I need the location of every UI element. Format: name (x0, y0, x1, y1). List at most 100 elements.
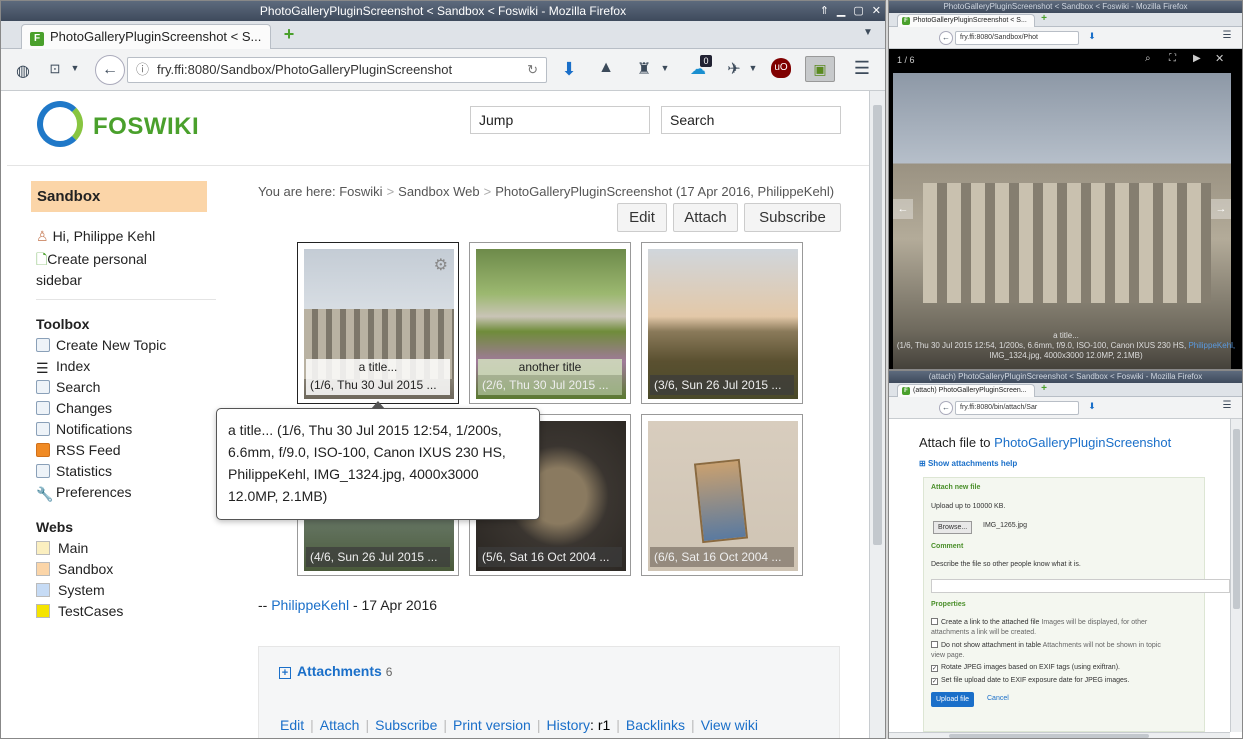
bottom-edit-link[interactable]: Edit (280, 717, 304, 733)
download-icon[interactable]: ⬇ (1087, 401, 1097, 412)
back-icon[interactable]: ← (939, 31, 953, 45)
gallery-photo-2[interactable]: another title (2/6, Thu 30 Jul 2015 ... (469, 242, 631, 404)
url-bar[interactable]: ⓘ fry.ffi:8080/Sandbox/PhotoGalleryPlugin… (127, 57, 547, 83)
rotate-jpeg-option[interactable]: ✓ Rotate JPEG images based on EXIF tags (… (931, 664, 1120, 672)
sidebar-item-create-topic[interactable]: Create New Topic (36, 337, 166, 353)
attach-horizontal-scrollbar[interactable] (889, 732, 1230, 738)
view-wiki-link[interactable]: View wiki (701, 717, 758, 733)
sidebar-item-rss[interactable]: RSS Feed (36, 442, 121, 458)
wifi-dropdown-icon[interactable]: ▼ (747, 63, 759, 73)
menu-icon[interactable]: ☰ (851, 58, 873, 79)
sidebar-item-search[interactable]: Search (36, 379, 100, 395)
spy-icon[interactable]: ♜ (633, 59, 655, 79)
web-item-testcases[interactable]: TestCases (36, 603, 123, 619)
attach-button[interactable]: Attach (673, 203, 738, 232)
lightbox-author-link[interactable]: PhilippeKehl, (1188, 341, 1235, 350)
attach-url-bar[interactable]: fry.ffi:8080/bin/attach/Sar (955, 401, 1079, 415)
gallery-photo-1[interactable]: ⚙ a title... (1/6, Thu 30 Jul 2015 ... (297, 242, 459, 404)
lightbox-url-bar[interactable]: fry.ffi:8080/Sandbox/Phot (955, 31, 1079, 45)
rss-toolbar-icon[interactable]: ▣ (805, 56, 835, 82)
bottom-attach-link[interactable]: Attach (320, 717, 360, 733)
new-tab-icon[interactable]: + (1039, 13, 1049, 24)
backlinks-link[interactable]: Backlinks (626, 717, 685, 733)
menu-icon[interactable]: ☰ (1221, 400, 1233, 411)
history-revision[interactable]: r1 (598, 717, 610, 733)
page-scrollbar[interactable] (869, 91, 885, 738)
web-item-sandbox[interactable]: Sandbox (36, 561, 113, 577)
attach-topic-link[interactable]: PhotoGalleryPluginScreenshot (994, 435, 1171, 450)
spy-dropdown-icon[interactable]: ▼ (659, 63, 671, 73)
back-icon[interactable]: ← (939, 401, 953, 415)
close-icon[interactable]: ✕ (872, 1, 881, 21)
exif-date-checkbox[interactable]: ✓ (931, 678, 938, 685)
dropdown-icon[interactable]: ▼ (69, 63, 81, 73)
web-item-main[interactable]: Main (36, 540, 88, 556)
create-link-option[interactable]: Create a link to the attached file Image… (931, 618, 1147, 626)
edit-button[interactable]: Edit (617, 203, 667, 232)
create-sidebar-link[interactable]: 🗋Create personal sidebar (36, 249, 186, 291)
breadcrumb-foswiki[interactable]: Foswiki (339, 184, 382, 199)
reload-icon[interactable]: ↻ (527, 58, 538, 82)
sidebar-item-changes[interactable]: Changes (36, 400, 112, 416)
fullscreen-icon[interactable]: ⛶ (1169, 53, 1176, 64)
attach-hscroll-thumb[interactable] (949, 734, 1149, 738)
attach-tab[interactable]: F (attach) PhotoGalleryPluginScreen... (897, 384, 1035, 397)
scroll-up-icon[interactable]: ⇑ (820, 1, 829, 21)
exif-date-option[interactable]: ✓ Set file upload date to EXIF exposure d… (931, 677, 1129, 685)
comment-input[interactable] (931, 579, 1230, 593)
jump-input[interactable]: Jump (470, 106, 650, 134)
signature-author-link[interactable]: PhilippeKehl (271, 597, 349, 613)
lightbox-next-arrow[interactable]: → (1211, 199, 1231, 219)
user-greeting[interactable]: ♙ Hi, Philippe Kehl (36, 228, 155, 245)
play-icon[interactable]: ▶ (1193, 53, 1201, 64)
back-icon[interactable]: ← (95, 55, 125, 85)
web-item-system[interactable]: System (36, 582, 105, 598)
search-input[interactable]: Search (661, 106, 841, 134)
attachments-toggle[interactable]: + Attachments 6 (279, 663, 392, 679)
minimize-icon[interactable]: ▁ (837, 1, 845, 21)
tab-list-icon[interactable]: ▼ (861, 27, 875, 38)
ublock-icon[interactable]: uO (771, 58, 791, 78)
new-tab-icon[interactable]: + (279, 25, 299, 45)
lightbox-tab[interactable]: F PhotoGalleryPluginScreenshot < S... (897, 14, 1035, 27)
download-icon[interactable]: ⬇ (559, 59, 579, 80)
zoom-icon[interactable]: ⌕ (1145, 53, 1151, 64)
maximize-icon[interactable]: ▢ (853, 1, 863, 21)
tab-title: PhotoGalleryPluginScreenshot < S... (50, 29, 262, 44)
gallery-photo-3[interactable]: (3/6, Sun 26 Jul 2015 ... (641, 242, 803, 404)
hat-icon[interactable]: ▲ (595, 59, 617, 77)
info-icon[interactable]: ⓘ (136, 62, 149, 77)
gear-icon[interactable]: ⚙ (434, 255, 448, 275)
browse-button[interactable]: Browse... (933, 521, 973, 534)
attach-scrollbar-thumb[interactable] (1233, 429, 1240, 609)
subscribe-button[interactable]: Subscribe (744, 203, 841, 232)
attach-help-toggle[interactable]: ⊞ Show attachments help (919, 459, 1017, 468)
new-tab-icon[interactable]: + (1039, 383, 1049, 394)
menu-icon[interactable]: ☰ (1221, 30, 1233, 41)
attach-scrollbar[interactable] (1230, 419, 1242, 732)
lightbox-close-icon[interactable]: ✕ (1215, 52, 1224, 65)
sidebar-item-notifications[interactable]: Notifications (36, 421, 132, 437)
tab-current[interactable]: F PhotoGalleryPluginScreenshot < S... (21, 24, 271, 49)
upload-file-button[interactable]: Upload file (931, 692, 975, 707)
breadcrumb-sandbox[interactable]: Sandbox Web (398, 184, 479, 199)
gallery-photo-6[interactable]: (6/6, Sat 16 Oct 2004 ... (641, 414, 803, 576)
history-link[interactable]: History (546, 717, 590, 733)
wifi-icon[interactable]: ✈ (723, 59, 745, 79)
lightbox-prev-arrow[interactable]: ← (893, 199, 913, 219)
print-version-link[interactable]: Print version (453, 717, 531, 733)
download-icon[interactable]: ⬇ (1087, 31, 1097, 42)
page-scrollbar-thumb[interactable] (873, 105, 882, 545)
sidebar-item-index[interactable]: ☰ Index (36, 358, 90, 376)
globe-icon[interactable]: ◍ (13, 61, 33, 81)
create-link-checkbox[interactable] (931, 618, 938, 625)
sidebar-item-preferences[interactable]: 🔧 Preferences (36, 484, 131, 502)
noscript-icon[interactable]: ⊡ (45, 61, 65, 77)
current-web-badge[interactable]: Sandbox (31, 181, 207, 212)
hide-attachment-checkbox[interactable] (931, 641, 938, 648)
rotate-jpeg-checkbox[interactable]: ✓ (931, 665, 938, 672)
hide-attachment-option[interactable]: Do not show attachment in table Attachme… (931, 641, 1161, 649)
bottom-subscribe-link[interactable]: Subscribe (375, 717, 437, 733)
sidebar-item-statistics[interactable]: Statistics (36, 463, 112, 479)
cancel-link[interactable]: Cancel (987, 695, 1009, 702)
